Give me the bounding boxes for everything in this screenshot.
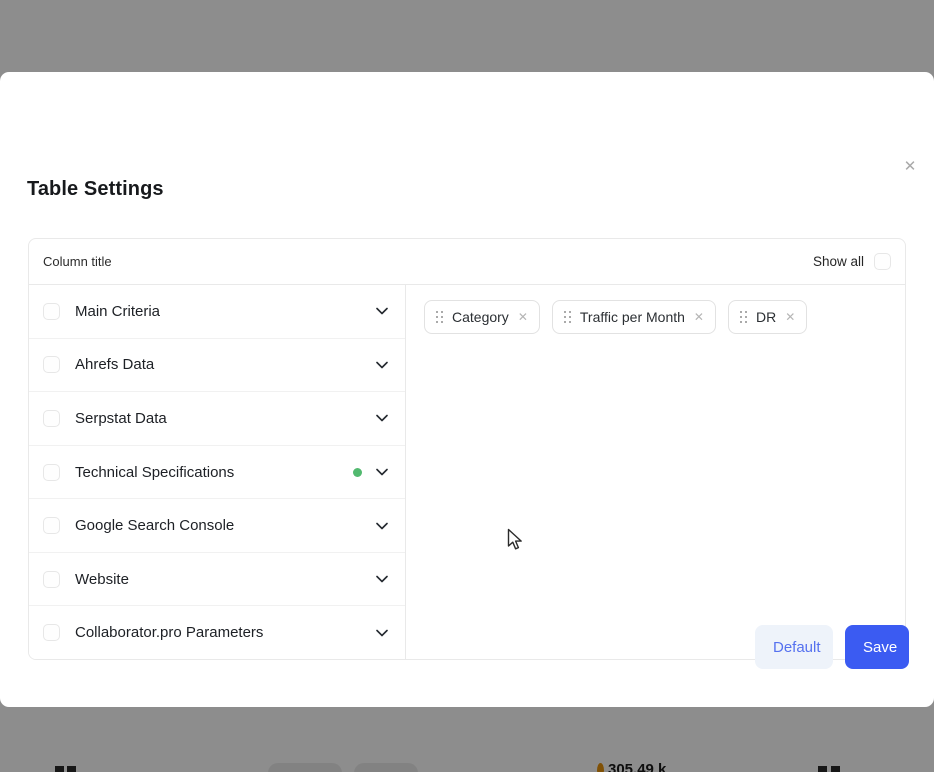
chip-label: DR xyxy=(756,309,776,325)
column-chip-category[interactable]: Category ✕ xyxy=(424,300,540,334)
remove-chip-icon[interactable]: ✕ xyxy=(694,311,704,323)
category-row-ahrefs-data[interactable]: Ahrefs Data xyxy=(29,339,405,393)
category-checkbox[interactable] xyxy=(43,624,60,641)
category-row-website[interactable]: Website xyxy=(29,553,405,607)
chevron-down-icon[interactable] xyxy=(374,303,390,319)
category-row-technical-specifications[interactable]: Technical Specifications xyxy=(29,446,405,500)
category-label: Technical Specifications xyxy=(75,464,234,481)
panel-body: Main Criteria Ahrefs Data Serpstat Data xyxy=(29,285,905,659)
category-checkbox[interactable] xyxy=(43,464,60,481)
chevron-down-icon[interactable] xyxy=(374,464,390,480)
show-all-label: Show all xyxy=(813,254,864,269)
remove-chip-icon[interactable]: ✕ xyxy=(518,311,528,323)
default-button[interactable]: Default xyxy=(755,625,833,669)
category-row-collaborator-pro-parameters[interactable]: Collaborator.pro Parameters xyxy=(29,606,405,659)
drag-handle-icon[interactable] xyxy=(436,311,443,323)
modal-title: Table Settings xyxy=(27,178,164,201)
column-chip-traffic-per-month[interactable]: Traffic per Month ✕ xyxy=(552,300,716,334)
columns-panel: Column title Show all Main Criteria Ahre… xyxy=(28,238,906,660)
category-row-serpstat-data[interactable]: Serpstat Data xyxy=(29,392,405,446)
active-indicator-dot xyxy=(353,468,362,477)
remove-chip-icon[interactable]: ✕ xyxy=(785,311,795,323)
column-title-label: Column title xyxy=(43,254,112,269)
category-label: Serpstat Data xyxy=(75,410,167,427)
chevron-down-icon[interactable] xyxy=(374,410,390,426)
panel-header: Column title Show all xyxy=(29,239,905,285)
category-label: Google Search Console xyxy=(75,517,234,534)
drag-handle-icon[interactable] xyxy=(564,311,571,323)
show-all-checkbox[interactable] xyxy=(874,253,891,270)
category-label: Ahrefs Data xyxy=(75,356,154,373)
close-icon[interactable]: ✕ xyxy=(898,154,922,178)
chevron-down-icon[interactable] xyxy=(374,625,390,641)
chip-label: Traffic per Month xyxy=(580,309,685,325)
category-row-main-criteria[interactable]: Main Criteria xyxy=(29,285,405,339)
category-label: Website xyxy=(75,571,129,588)
category-row-google-search-console[interactable]: Google Search Console xyxy=(29,499,405,553)
category-checkbox[interactable] xyxy=(43,303,60,320)
category-label: Main Criteria xyxy=(75,303,160,320)
table-settings-modal: ✕ Table Settings Column title Show all M… xyxy=(0,72,934,707)
save-button[interactable]: Save xyxy=(845,625,909,669)
drag-handle-icon[interactable] xyxy=(740,311,747,323)
chevron-down-icon[interactable] xyxy=(374,571,390,587)
selected-columns-area: Category ✕ Traffic per Month ✕ DR ✕ xyxy=(406,285,905,659)
chip-label: Category xyxy=(452,309,509,325)
category-checkbox[interactable] xyxy=(43,517,60,534)
category-checkbox[interactable] xyxy=(43,410,60,427)
category-list: Main Criteria Ahrefs Data Serpstat Data xyxy=(29,285,406,659)
category-label: Collaborator.pro Parameters xyxy=(75,624,263,641)
modal-footer: Default Save xyxy=(755,625,909,669)
chevron-down-icon[interactable] xyxy=(374,518,390,534)
category-checkbox[interactable] xyxy=(43,571,60,588)
category-checkbox[interactable] xyxy=(43,356,60,373)
chevron-down-icon[interactable] xyxy=(374,357,390,373)
column-chip-dr[interactable]: DR ✕ xyxy=(728,300,807,334)
